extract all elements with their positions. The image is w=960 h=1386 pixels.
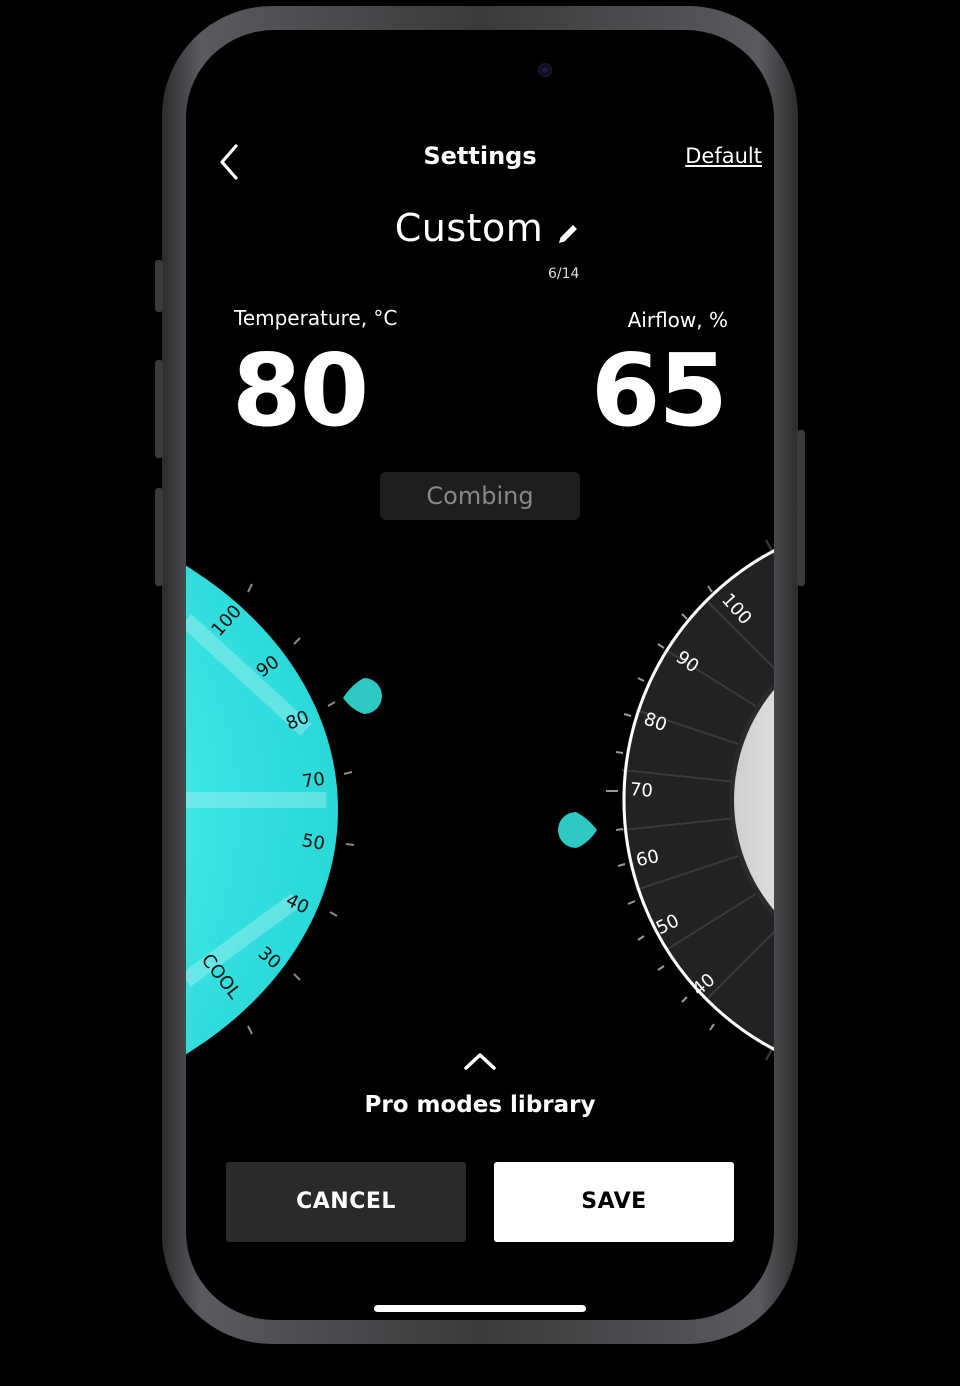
mode-name: Custom	[186, 206, 774, 250]
name-char-count: 6/14	[548, 266, 580, 282]
air-tick-70: 70	[629, 779, 653, 802]
airflow-label: Airflow, %	[627, 308, 728, 332]
chevron-up-icon[interactable]	[460, 1048, 500, 1074]
side-button-volume-down	[155, 488, 163, 586]
front-camera	[538, 63, 552, 77]
airflow-handle[interactable]	[558, 812, 597, 848]
side-button-power	[797, 430, 805, 586]
airflow-value: 65	[590, 332, 728, 449]
temperature-handle[interactable]	[343, 678, 382, 714]
home-indicator[interactable]	[374, 1305, 586, 1312]
temp-tick-50: 50	[300, 830, 326, 855]
dials-area: 100 90 80 70 50 40 30 COOL 100 90 80 70 …	[186, 500, 774, 1070]
cancel-button[interactable]: CANCEL	[226, 1162, 466, 1242]
airflow-dial[interactable]: 100 90 80 70 60 50 40	[606, 516, 774, 1070]
pro-modes-library-link[interactable]: Pro modes library	[186, 1092, 774, 1118]
temperature-label: Temperature, °C	[234, 306, 398, 330]
default-link[interactable]: Default	[685, 144, 762, 168]
side-button-action	[155, 260, 163, 312]
save-button[interactable]: SAVE	[494, 1162, 734, 1242]
temp-tick-70: 70	[301, 769, 327, 793]
mode-name-text: Custom	[394, 206, 544, 250]
temperature-dial[interactable]: 100 90 80 70 50 40 30 COOL	[186, 500, 382, 1070]
app-screen: Settings Default Custom 6/14 Temperature…	[186, 30, 774, 1320]
side-button-volume-up	[155, 360, 163, 458]
temperature-value: 80	[232, 332, 369, 449]
pencil-icon[interactable]	[554, 220, 582, 248]
